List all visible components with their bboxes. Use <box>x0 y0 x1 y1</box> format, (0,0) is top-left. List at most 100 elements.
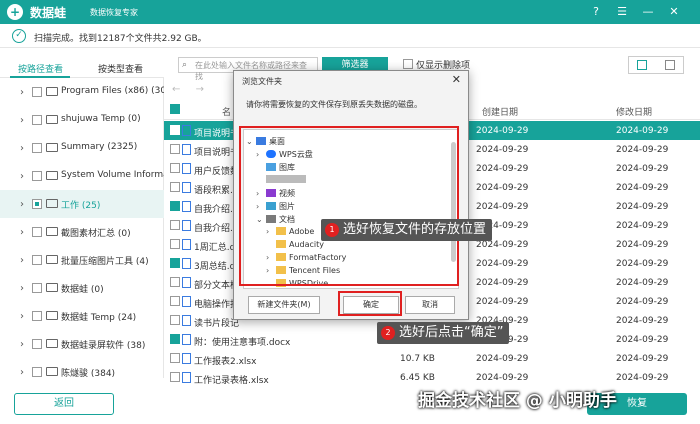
file-icon <box>182 277 191 288</box>
folder-tree: › Program Files (x86) (3010) › shujuwa Tem… <box>0 78 164 379</box>
checkbox[interactable] <box>32 143 42 153</box>
tree-item[interactable]: › 数据蛙录屏软件 (38) <box>0 330 164 358</box>
back-arrow-icon[interactable]: ← <box>172 84 180 95</box>
modified-date: 2024-09-29 <box>616 297 669 307</box>
tree-item[interactable]: › 陈燧骏 (384) <box>0 358 164 386</box>
callout-text: 选好恢复文件的存放位置 <box>343 222 487 237</box>
created-date: 2024-09-29 <box>476 202 529 212</box>
select-all-checkbox[interactable] <box>170 104 180 114</box>
checkbox[interactable] <box>32 367 42 377</box>
folder-icon <box>46 255 58 264</box>
row-checkbox[interactable] <box>170 144 180 154</box>
tree-item-label: 陈燧骏 (384) <box>61 369 116 379</box>
checkbox[interactable] <box>32 283 42 293</box>
app-logo: + <box>7 4 23 20</box>
tree-item-label: 批量压缩图片工具 (4) <box>61 257 149 267</box>
return-button[interactable]: 返回 <box>14 393 114 415</box>
chevron-right-icon[interactable]: › <box>20 311 24 322</box>
callout-step-2: 2 选好后点击“确定” <box>377 322 510 344</box>
check-icon: ✓ <box>12 29 26 43</box>
chevron-right-icon[interactable]: › <box>20 87 24 98</box>
row-checkbox[interactable] <box>170 372 180 382</box>
table-row[interactable]: 工作报表2.xlsx 10.7 KB 2024-09-29 2024-09-29 <box>164 349 700 368</box>
checkbox[interactable] <box>32 311 42 321</box>
grid-view-icon[interactable] <box>665 60 675 70</box>
row-checkbox[interactable] <box>170 201 180 211</box>
help-icon[interactable]: ? <box>588 4 604 20</box>
tree-item[interactable]: › 数据蛙 (0) <box>0 274 164 302</box>
step-number: 1 <box>325 223 339 237</box>
checkbox[interactable] <box>32 227 42 237</box>
row-checkbox[interactable] <box>170 220 180 230</box>
list-view-icon[interactable] <box>637 60 647 70</box>
dialog-close-icon[interactable]: ✕ <box>452 73 461 86</box>
checkbox[interactable] <box>32 171 42 181</box>
checkbox[interactable] <box>32 87 42 97</box>
dialog-title: 浏览文件夹 <box>242 77 282 86</box>
folder-icon <box>46 171 58 180</box>
chevron-right-icon[interactable]: › <box>20 171 24 182</box>
checkbox[interactable] <box>32 255 42 265</box>
file-name: 附：使用注意事项.docx <box>194 338 291 348</box>
chevron-right-icon[interactable]: › <box>20 339 24 350</box>
tree-item[interactable]: › 批量压缩图片工具 (4) <box>0 246 164 274</box>
tree-item[interactable]: › 截图素材汇总 (0) <box>0 218 164 246</box>
row-checkbox[interactable] <box>170 277 180 287</box>
minimize-icon[interactable]: — <box>640 4 656 20</box>
tree-item[interactable]: › shujuwa Temp (0) <box>0 106 164 134</box>
column-name[interactable]: 名 <box>222 105 231 118</box>
modified-date: 2024-09-29 <box>616 145 669 155</box>
nav-arrows: ← → <box>172 84 204 95</box>
row-checkbox[interactable] <box>170 163 180 173</box>
checkbox[interactable] <box>32 115 42 125</box>
tree-item[interactable]: › 数据蛙 Temp (24) <box>0 302 164 330</box>
modified-date: 2024-09-29 <box>616 316 669 326</box>
row-checkbox[interactable] <box>170 239 180 249</box>
chevron-right-icon[interactable]: › <box>20 115 24 126</box>
file-icon <box>182 315 191 326</box>
column-created[interactable]: 创建日期 <box>482 105 518 118</box>
cancel-button[interactable]: 取消 <box>405 296 455 314</box>
tab-by-type[interactable]: 按类型查看 <box>98 62 143 75</box>
tree-item-label: 数据蛙 (0) <box>61 285 104 295</box>
file-name: 自我介绍.t <box>194 224 237 234</box>
row-checkbox[interactable] <box>170 125 180 135</box>
row-checkbox[interactable] <box>170 258 180 268</box>
tree-item[interactable]: › Program Files (x86) (3010) <box>0 78 164 106</box>
chevron-right-icon[interactable]: › <box>20 255 24 266</box>
row-checkbox[interactable] <box>170 334 180 344</box>
chevron-right-icon[interactable]: › <box>20 143 24 154</box>
chevron-right-icon[interactable]: › <box>20 199 24 210</box>
tree-item-selected[interactable]: › 工作 (25) <box>0 190 164 218</box>
modified-date: 2024-09-29 <box>616 278 669 288</box>
tab-by-path[interactable]: 按路径查看 <box>18 62 63 75</box>
row-checkbox[interactable] <box>170 315 180 325</box>
checkbox-partial[interactable] <box>32 199 42 209</box>
chevron-right-icon[interactable]: › <box>20 283 24 294</box>
highlight-box-ok-button <box>338 291 402 316</box>
modified-date: 2024-09-29 <box>616 126 669 136</box>
folder-icon <box>46 87 58 96</box>
chevron-right-icon[interactable]: › <box>20 227 24 238</box>
chevron-right-icon[interactable]: › <box>20 367 24 378</box>
forward-arrow-icon[interactable]: → <box>196 84 204 95</box>
table-row[interactable]: 工作记录表格.xlsx 6.45 KB 2024-09-29 2024-09-29 <box>164 368 700 387</box>
folder-icon <box>46 143 58 152</box>
new-folder-button[interactable]: 新建文件夹(M) <box>248 296 320 314</box>
checkbox[interactable] <box>403 59 413 69</box>
menu-icon[interactable]: ☰ <box>614 4 630 20</box>
file-size: 10.7 KB <box>400 354 435 364</box>
created-date: 2024-09-29 <box>476 145 529 155</box>
file-icon <box>182 125 191 136</box>
row-checkbox[interactable] <box>170 353 180 363</box>
created-date: 2024-09-29 <box>476 278 529 288</box>
checkbox[interactable] <box>32 339 42 349</box>
tree-item[interactable]: › Summary (2325) <box>0 134 164 162</box>
close-icon[interactable]: ✕ <box>666 4 682 20</box>
tree-item[interactable]: › System Volume Informati <box>0 162 164 190</box>
created-date: 2024-09-29 <box>476 240 529 250</box>
row-checkbox[interactable] <box>170 182 180 192</box>
row-checkbox[interactable] <box>170 296 180 306</box>
folder-icon <box>46 339 58 348</box>
column-modified[interactable]: 修改日期 <box>616 105 652 118</box>
